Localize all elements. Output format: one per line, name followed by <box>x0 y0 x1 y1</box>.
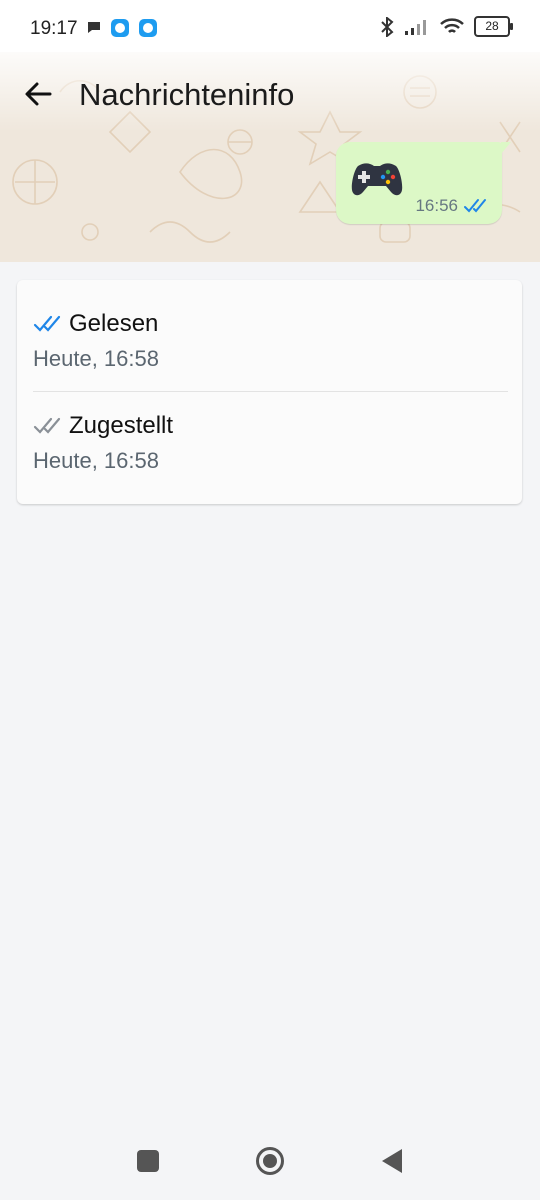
home-button[interactable] <box>255 1146 285 1176</box>
status-time: 19:17 <box>30 18 78 39</box>
notification-icons <box>86 18 158 38</box>
receipt-card: Gelesen Heute, 16:58 Zugestellt Heute, 1… <box>17 280 522 504</box>
back-button[interactable] <box>20 76 56 112</box>
receipt-label-read: Gelesen <box>69 310 159 337</box>
receipt-row-read: Gelesen Heute, 16:58 <box>33 310 506 372</box>
signal-icon <box>405 19 426 35</box>
divider <box>33 391 508 392</box>
receipt-time-read: Heute, 16:58 <box>33 346 159 371</box>
message-header: Nachrichteninfo 16:56 <box>0 52 540 262</box>
status-right: 28 <box>380 16 513 37</box>
app-notification-icon <box>111 19 129 37</box>
wifi-icon <box>440 17 464 33</box>
navigation-bar <box>0 1130 540 1200</box>
message-meta: 16:56 <box>415 196 490 216</box>
battery-indicator: 28 <box>474 16 513 37</box>
receipt-label-delivered: Zugestellt <box>69 412 174 439</box>
status-bar: 19:17 28 <box>0 0 540 52</box>
double-check-read-icon <box>464 199 486 213</box>
message-time: 16:56 <box>415 196 458 215</box>
double-check-delivered-icon <box>33 417 61 434</box>
page-title: Nachrichteninfo <box>79 77 295 112</box>
bluetooth-icon <box>381 16 394 37</box>
app-notification-icon <box>139 19 157 37</box>
message-bubble[interactable]: 16:56 <box>336 142 511 224</box>
game-controller-icon <box>351 163 403 196</box>
receipt-time-delivered: Heute, 16:58 <box>33 448 159 473</box>
receipt-row-delivered: Zugestellt Heute, 16:58 <box>33 412 506 474</box>
back-nav-button[interactable] <box>380 1147 404 1175</box>
double-check-read-icon <box>33 315 61 332</box>
chat-notification-icon <box>88 22 100 33</box>
recents-button[interactable] <box>137 1150 159 1172</box>
